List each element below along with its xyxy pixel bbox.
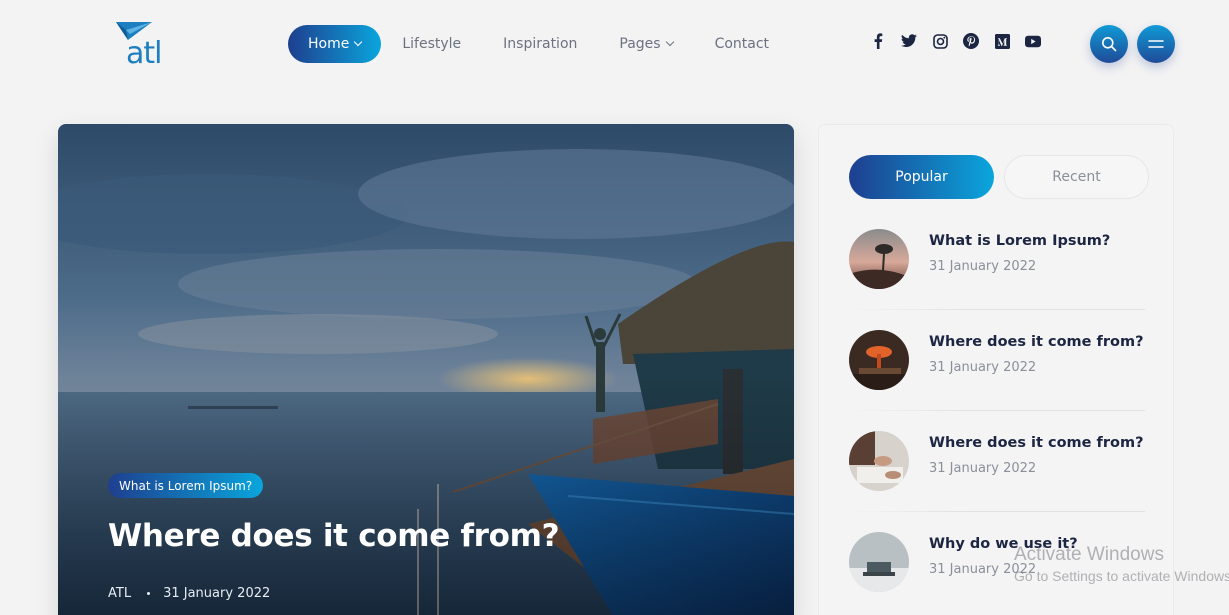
post-title[interactable]: What is Lorem Ipsum? — [929, 233, 1110, 249]
hamburger-icon — [1148, 40, 1164, 48]
meta-separator — [147, 592, 151, 595]
tab-popular[interactable]: Popular — [849, 155, 994, 199]
nav-item-label: Inspiration — [503, 36, 578, 52]
nav-item-home[interactable]: Home — [288, 25, 382, 63]
post-title[interactable]: Where does it come from? — [929, 435, 1143, 451]
facebook-icon[interactable] — [870, 33, 886, 49]
nav-item-inspiration[interactable]: Inspiration — [503, 36, 577, 52]
post-date: 31 January 2022 — [929, 562, 1037, 577]
nav-item-label: Contact — [714, 36, 770, 52]
search-button[interactable] — [1090, 25, 1128, 63]
post-thumbnail[interactable] — [849, 229, 909, 289]
post-author[interactable]: ATL — [108, 586, 131, 601]
twitter-icon[interactable] — [901, 33, 917, 49]
featured-post-title[interactable]: Where does it come from? — [108, 518, 560, 554]
site-logo[interactable]: atl — [112, 18, 182, 72]
category-badge[interactable]: What is Lorem Ipsum? — [108, 473, 264, 498]
instagram-icon[interactable] — [932, 33, 948, 49]
pinterest-icon[interactable] — [963, 33, 979, 49]
list-item[interactable]: Why do we use it? 31 January 2022 — [849, 532, 1145, 615]
nav-item-contact[interactable]: Contact — [715, 36, 769, 52]
divider — [849, 511, 1145, 512]
logo-text: atl — [126, 36, 162, 71]
post-tabs: Popular Recent — [849, 155, 1149, 199]
social-links — [870, 33, 1056, 49]
sidebar-widget: Popular Recent What is Lorem Ipsum? 31 J… — [818, 124, 1174, 615]
nav-item-label: Lifestyle — [402, 36, 462, 52]
chevron-down-icon — [665, 37, 674, 47]
menu-button[interactable] — [1137, 25, 1175, 63]
post-title[interactable]: Where does it come from? — [929, 334, 1143, 350]
post-thumbnail[interactable] — [849, 330, 909, 390]
post-date: 31 January 2022 — [163, 586, 271, 601]
post-thumbnail[interactable] — [849, 532, 909, 592]
nav-item-label: Pages — [619, 36, 661, 52]
post-date: 31 January 2022 — [929, 461, 1037, 476]
post-thumbnail[interactable] — [849, 431, 909, 491]
divider — [849, 410, 1145, 411]
list-item[interactable]: What is Lorem Ipsum? 31 January 2022 — [849, 229, 1145, 330]
post-date: 31 January 2022 — [929, 360, 1037, 375]
divider — [849, 309, 1145, 310]
youtube-icon[interactable] — [1025, 33, 1041, 49]
post-title[interactable]: Why do we use it? — [929, 536, 1078, 552]
chevron-down-icon — [354, 37, 363, 47]
list-item[interactable]: Where does it come from? 31 January 2022 — [849, 431, 1145, 532]
main-nav: Home Lifestyle Inspiration Pages Contact — [288, 25, 811, 63]
featured-post-card[interactable]: What is Lorem Ipsum? Where does it come … — [58, 124, 794, 615]
nav-item-pages[interactable]: Pages — [619, 36, 674, 52]
featured-post-meta: ATL 31 January 2022 — [108, 586, 270, 601]
nav-item-lifestyle[interactable]: Lifestyle — [402, 36, 461, 52]
post-date: 31 January 2022 — [929, 259, 1037, 274]
list-item[interactable]: Where does it come from? 31 January 2022 — [849, 330, 1145, 431]
nav-item-label: Home — [308, 36, 350, 52]
search-icon — [1102, 37, 1117, 52]
tab-recent[interactable]: Recent — [1004, 155, 1149, 199]
medium-icon[interactable] — [994, 33, 1010, 49]
